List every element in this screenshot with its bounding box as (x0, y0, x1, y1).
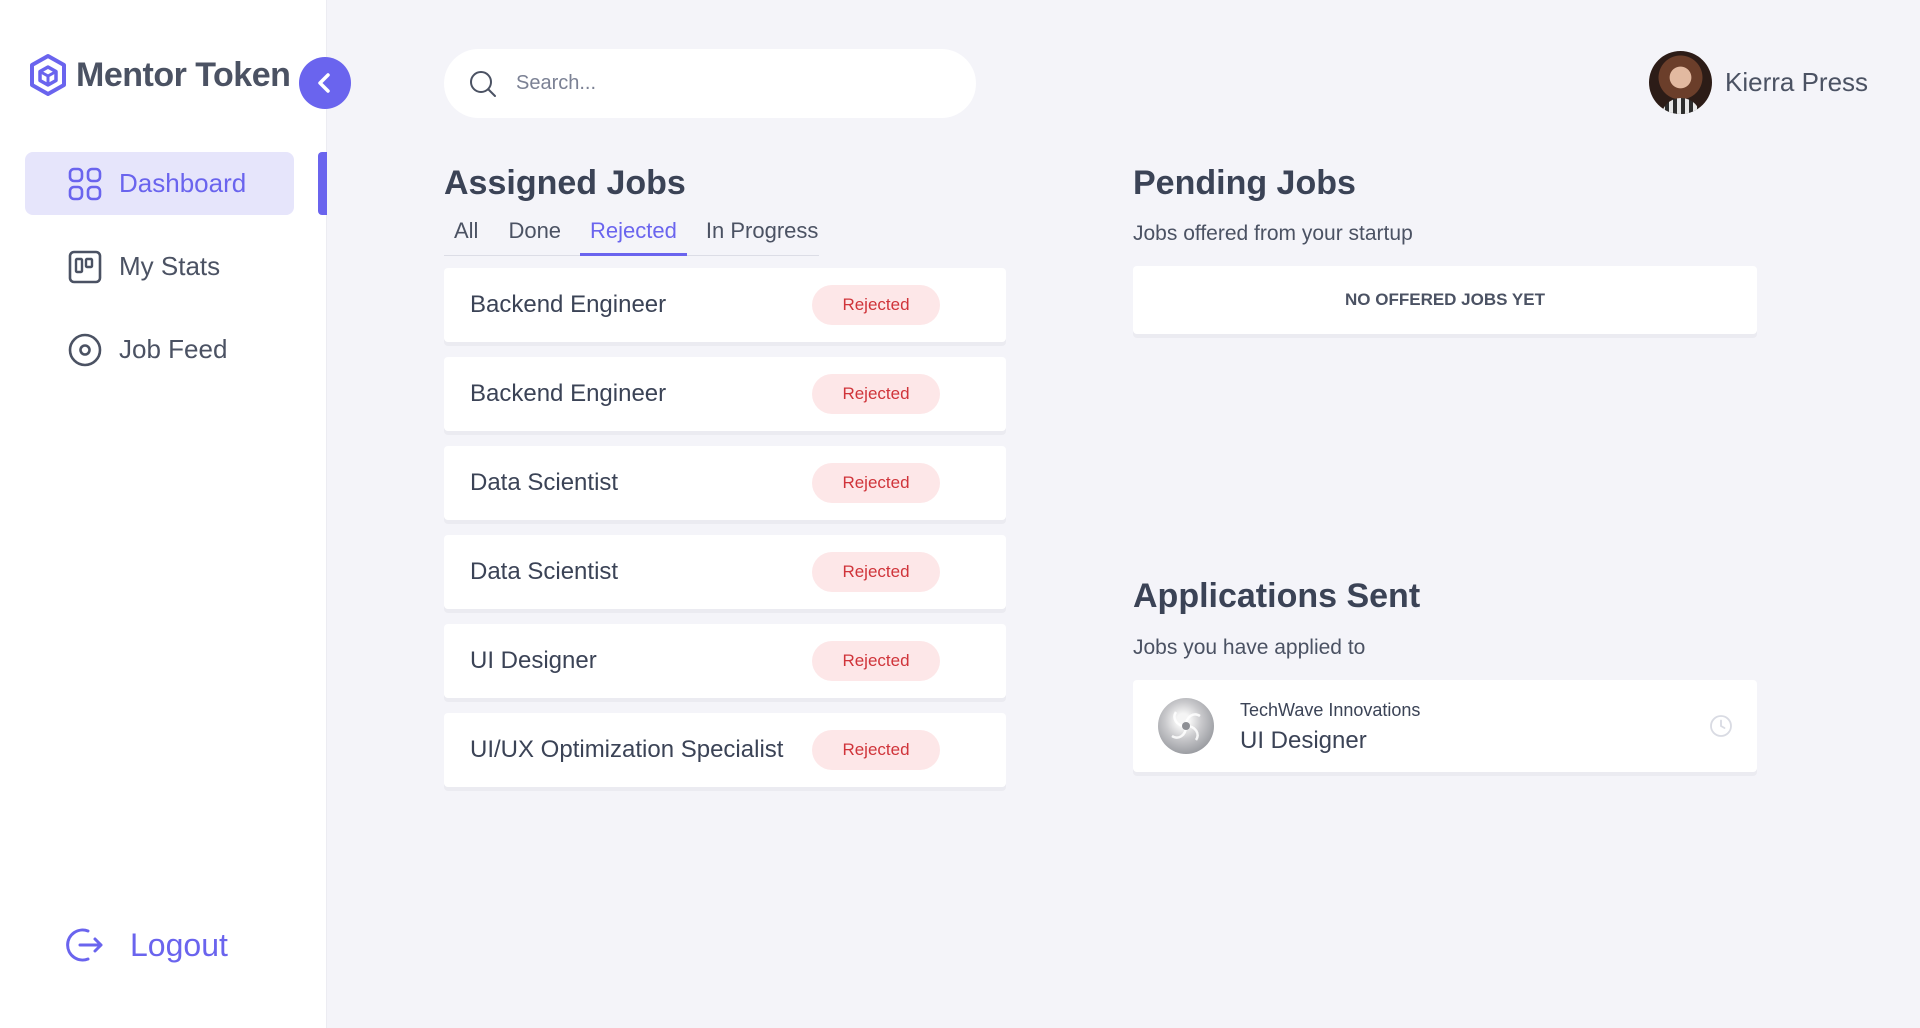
stats-board-icon (68, 250, 102, 283)
tab-rejected[interactable]: Rejected (580, 212, 687, 256)
logout-button[interactable]: Logout (66, 922, 228, 968)
assigned-jobs-tabs: All Done Rejected In Progress (444, 212, 819, 256)
job-card[interactable]: Data Scientist Rejected (444, 535, 1006, 609)
logout-label: Logout (130, 926, 228, 963)
clock-icon (1710, 715, 1732, 737)
sidebar-item-label: My Stats (119, 251, 221, 281)
sidebar-item-job-feed[interactable]: Job Feed (25, 318, 294, 381)
job-card[interactable]: Data Scientist Rejected (444, 446, 1006, 520)
job-card[interactable]: Backend Engineer Rejected (444, 268, 1006, 342)
job-title: Data Scientist (470, 469, 619, 496)
applications-sent-title: Applications Sent (1133, 577, 1421, 615)
swirl-logo-icon (1171, 711, 1201, 741)
brand-name: Mentor Token (76, 55, 291, 94)
collapse-sidebar-button[interactable] (299, 57, 351, 109)
status-badge: Rejected (812, 285, 940, 325)
tab-all[interactable]: All (444, 212, 488, 256)
pending-jobs-subtitle: Jobs offered from your startup (1133, 222, 1413, 245)
user-profile[interactable]: Kierra Press (1649, 51, 1868, 114)
logout-icon (66, 928, 103, 962)
job-title: Backend Engineer (470, 291, 667, 318)
job-card[interactable]: Backend Engineer Rejected (444, 357, 1006, 431)
applications-sent-subtitle: Jobs you have applied to (1133, 636, 1366, 659)
dashboard-grid-icon (68, 167, 102, 200)
tab-in-progress[interactable]: In Progress (687, 212, 819, 256)
status-badge: Rejected (812, 374, 940, 414)
user-name: Kierra Press (1725, 67, 1869, 97)
company-name: TechWave Innovations (1240, 700, 1421, 720)
target-circle-icon (68, 333, 102, 366)
job-card[interactable]: UI Designer Rejected (444, 624, 1006, 698)
job-card[interactable]: UI/UX Optimization Specialist Rejected (444, 713, 1006, 787)
no-offered-jobs-message: NO OFFERED JOBS YET (1133, 266, 1757, 334)
sidebar-item-label: Job Feed (119, 334, 228, 364)
pending-jobs-title: Pending Jobs (1133, 164, 1356, 202)
tab-done[interactable]: Done (488, 212, 580, 256)
search-input[interactable] (516, 72, 936, 95)
avatar (1649, 51, 1712, 114)
status-badge: Rejected (812, 730, 940, 770)
search-icon (470, 70, 496, 97)
sidebar-item-label: Dashboard (119, 168, 247, 198)
company-logo (1158, 698, 1214, 754)
application-card[interactable]: TechWave Innovations UI Designer (1133, 680, 1757, 772)
job-title: UI/UX Optimization Specialist (470, 736, 784, 763)
sidebar-item-my-stats[interactable]: My Stats (25, 235, 294, 298)
job-title: UI Designer (470, 647, 597, 674)
application-role: UI Designer (1240, 727, 1367, 754)
status-badge: Rejected (812, 552, 940, 592)
job-title: Data Scientist (470, 558, 619, 585)
search-bar[interactable] (444, 49, 976, 118)
brand-logo[interactable]: Mentor Token (28, 52, 291, 98)
sidebar: Mentor Token Dashboard My Stats Job Feed (0, 0, 327, 1028)
status-badge: Rejected (812, 463, 940, 503)
status-badge: Rejected (812, 641, 940, 681)
sidebar-item-dashboard[interactable]: Dashboard (25, 152, 294, 215)
assigned-jobs-title: Assigned Jobs (444, 164, 686, 202)
chevron-left-icon (318, 73, 330, 93)
job-title: Backend Engineer (470, 380, 667, 407)
hexagon-cube-icon (30, 54, 66, 96)
active-nav-indicator (318, 152, 327, 215)
